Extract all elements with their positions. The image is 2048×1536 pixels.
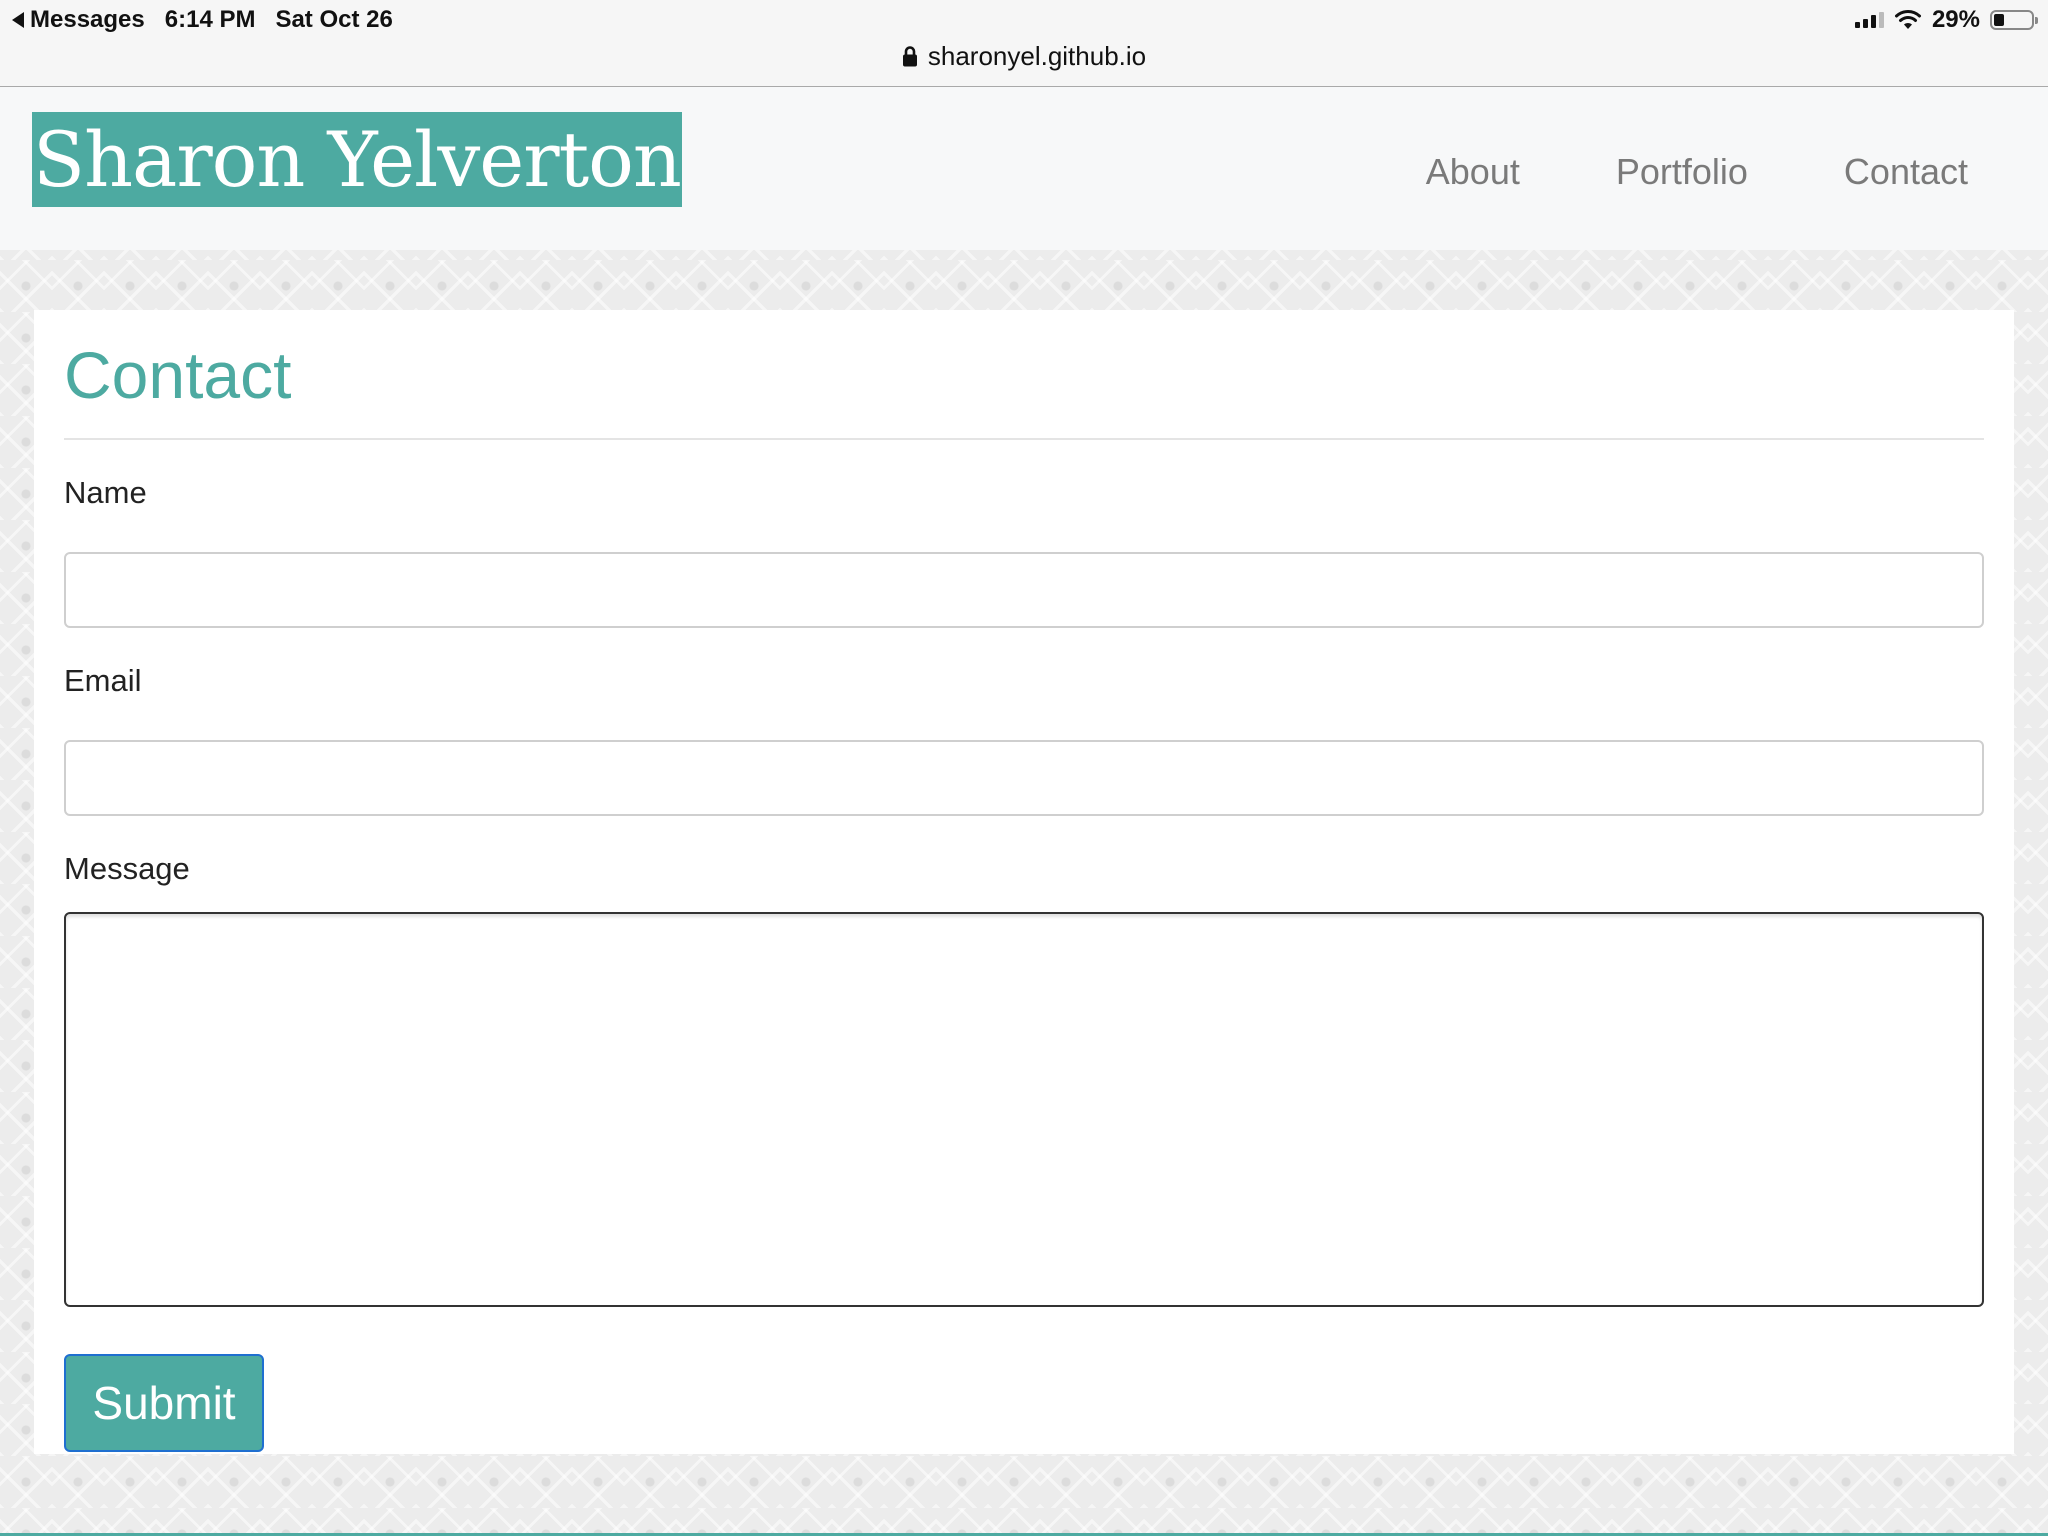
url-domain[interactable]: sharonyel.github.io [928,41,1146,72]
status-date: Sat Oct 26 [275,6,393,33]
back-to-app[interactable]: Messages [30,6,145,34]
site-navbar: Sharon Yelverton About Portfolio Contact [0,87,2048,250]
lock-icon [902,46,917,67]
title-divider [64,438,1984,440]
email-input[interactable] [64,740,1984,816]
back-arrow-icon[interactable] [12,12,24,28]
name-input[interactable] [64,552,1984,628]
name-label: Name [64,475,147,510]
status-time: 6:14 PM [164,6,256,33]
wifi-icon [1894,10,1921,29]
status-right: 29% [1854,4,2038,36]
battery-level-fill [1994,14,2004,26]
page-title: Contact [64,338,292,412]
contact-card: Contact Name Email Message Submit [34,310,2014,1454]
message-label: Message [64,851,190,886]
nav-link-portfolio[interactable]: Portfolio [1568,147,1796,197]
brand-logo[interactable]: Sharon Yelverton [32,112,682,207]
url-bar[interactable]: sharonyel.github.io [0,38,2048,74]
nav-link-about[interactable]: About [1378,147,1568,197]
nav-link-contact[interactable]: Contact [1796,147,1968,197]
cellular-signal-icon [1854,12,1884,28]
submit-button[interactable]: Submit [64,1354,264,1452]
battery-icon [1990,10,2038,30]
nav-links: About Portfolio Contact [1378,147,1968,197]
message-textarea[interactable] [64,912,1984,1307]
ios-status-bar: Messages 6:14 PM Sat Oct 26 29% sharonye… [0,0,2048,87]
status-left: Messages 6:14 PM Sat Oct 26 [12,4,393,36]
battery-percent: 29% [1931,6,1980,33]
email-label: Email [64,663,142,698]
